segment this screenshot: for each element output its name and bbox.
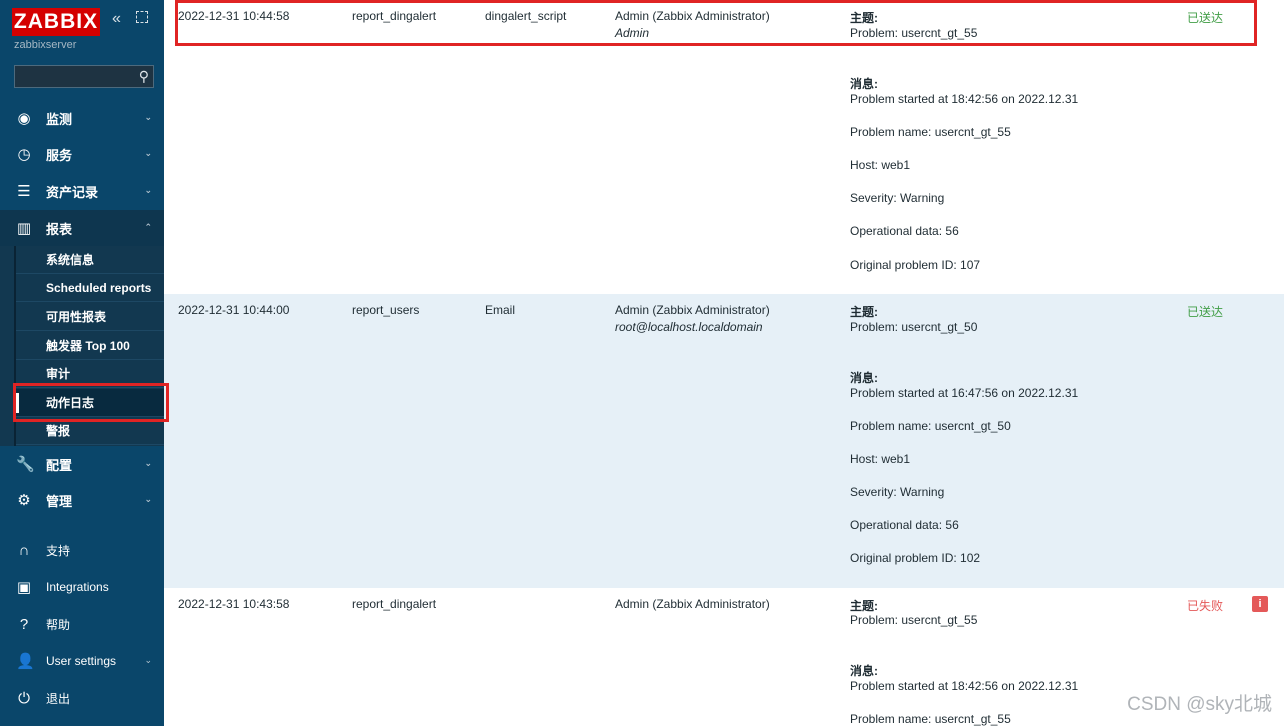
action-cell[interactable]: report_dingalert	[352, 597, 436, 611]
headset-icon: ∩	[18, 541, 30, 559]
menu-label: Integrations	[46, 580, 109, 594]
menu-monitoring[interactable]: ◉ 监测 ⌄	[0, 100, 164, 136]
message-label: 消息:	[850, 664, 878, 678]
subject-text: Problem: usercnt_gt_50	[850, 320, 978, 334]
subject-label: 主题:	[850, 305, 878, 319]
chevron-down-icon: ⌄	[144, 655, 152, 665]
table-row: 2022-12-31 10:44:00 report_users Email A…	[164, 294, 1284, 588]
zabbix-logo[interactable]: ZABBIX	[12, 8, 100, 36]
menu-administration[interactable]: ⚙ 管理 ⌄	[0, 482, 164, 518]
error-info-icon[interactable]: i	[1252, 596, 1268, 612]
message-line: Severity: Warning	[850, 191, 945, 205]
highlight-box	[175, 0, 1257, 46]
watermark: CSDN @sky北城	[1127, 694, 1272, 715]
menu-label: 服务	[46, 147, 73, 163]
status-badge: 已送达	[1187, 305, 1224, 319]
search-icon[interactable]: ⚲	[139, 68, 149, 85]
time-cell: 2022-12-31 10:44:00	[178, 303, 290, 317]
message-line: Problem name: usercnt_gt_50	[850, 419, 1011, 433]
menu-label: 管理	[46, 493, 73, 509]
status-badge: 已失败	[1187, 599, 1224, 613]
message-line: Original problem ID: 107	[850, 258, 981, 272]
menu-label: 支持	[46, 543, 71, 558]
message-line: Problem started at 18:42:56 on 2022.12.3…	[850, 92, 1079, 106]
table-row: 2022-12-31 10:43:58 report_dingalert Adm…	[164, 588, 1284, 726]
media-type-cell: Email	[485, 303, 516, 317]
message-line: Host: web1	[850, 452, 911, 466]
message-label: 消息:	[850, 77, 878, 91]
power-icon: ⏻	[18, 689, 30, 707]
menu-label: 帮助	[46, 617, 71, 632]
menu-configuration[interactable]: 🔧 配置 ⌄	[0, 446, 164, 482]
gear-icon: ⚙	[17, 492, 31, 509]
z-icon: ▣	[16, 579, 32, 596]
highlight-box	[13, 383, 169, 422]
subject-label: 主题:	[850, 599, 878, 613]
subject-text: Problem: usercnt_gt_55	[850, 613, 978, 627]
recipient-cell: Admin (Zabbix Administrator)	[615, 303, 770, 317]
chevron-down-icon: ⌄	[144, 148, 152, 158]
menu-user-settings[interactable]: 👤 User settings ⌄	[0, 643, 164, 679]
stopwatch-icon: ◷	[17, 146, 31, 163]
menu-label: 资产记录	[46, 184, 99, 200]
chevron-down-icon: ⌄	[144, 494, 152, 504]
menu-label: 报表	[46, 221, 73, 237]
message-line: Original problem ID: 102	[850, 551, 981, 565]
sidebar: ZABBIX « zabbixserver ⚲ ◉ 监测 ⌄ ◷ 服务 ⌄ ☰ …	[0, 0, 164, 726]
wrench-icon: 🔧	[16, 456, 35, 473]
bar-chart-icon: ▥	[16, 220, 32, 237]
menu-inventory[interactable]: ☰ 资产记录 ⌄	[0, 173, 164, 209]
message-line: Problem name: usercnt_gt_55	[850, 125, 1011, 139]
submenu-scheduled-reports[interactable]: Scheduled reports	[16, 274, 164, 302]
action-cell[interactable]: report_users	[352, 303, 419, 317]
chevron-up-icon: ⌃	[144, 222, 152, 232]
submenu-system-info[interactable]: 系统信息	[16, 246, 164, 274]
menu-services[interactable]: ◷ 服务 ⌄	[0, 136, 164, 172]
message-line: Problem started at 18:42:56 on 2022.12.3…	[850, 679, 1079, 693]
submenu-triggers-top100[interactable]: 触发器 Top 100	[16, 332, 164, 360]
message-line: Severity: Warning	[850, 485, 945, 499]
message-line: Operational data: 56	[850, 518, 959, 532]
message-label: 消息:	[850, 371, 878, 385]
chevron-down-icon: ⌄	[144, 112, 152, 122]
list-icon: ☰	[17, 183, 31, 200]
chevron-down-icon: ⌄	[144, 185, 152, 195]
menu-label: 监测	[46, 111, 73, 127]
menu-label: User settings	[46, 654, 117, 668]
message-line: Operational data: 56	[850, 224, 959, 238]
menu-label: 退出	[46, 691, 71, 706]
server-name: zabbixserver	[14, 39, 77, 51]
message-line: Host: web1	[850, 158, 911, 172]
recipient-address: root@localhost.localdomain	[615, 320, 763, 334]
menu-support[interactable]: ∩ 支持	[0, 532, 164, 568]
kiosk-mode-icon[interactable]	[136, 11, 148, 23]
question-icon: ?	[19, 615, 29, 633]
recipient-cell: Admin (Zabbix Administrator)	[615, 597, 770, 611]
user-icon: 👤	[16, 653, 35, 670]
menu-label: 配置	[46, 457, 73, 473]
menu-sign-out[interactable]: ⏻ 退出	[0, 680, 164, 716]
menu-help[interactable]: ? 帮助	[0, 606, 164, 642]
menu-reports[interactable]: ▥ 报表 ⌃	[0, 210, 164, 246]
message-line: Problem name: usercnt_gt_55	[850, 712, 1011, 726]
action-log-table: 2022-12-31 10:44:58 report_dingalert din…	[164, 0, 1284, 726]
search-input[interactable]: ⚲	[14, 65, 154, 88]
message-line: Problem started at 16:47:56 on 2022.12.3…	[850, 386, 1079, 400]
eye-icon: ◉	[17, 110, 31, 127]
chevron-down-icon: ⌄	[144, 458, 152, 468]
menu-integrations[interactable]: ▣ Integrations	[0, 569, 164, 605]
submenu-availability-report[interactable]: 可用性报表	[16, 303, 164, 331]
collapse-sidebar-icon[interactable]: «	[112, 10, 121, 28]
time-cell: 2022-12-31 10:43:58	[178, 597, 290, 611]
